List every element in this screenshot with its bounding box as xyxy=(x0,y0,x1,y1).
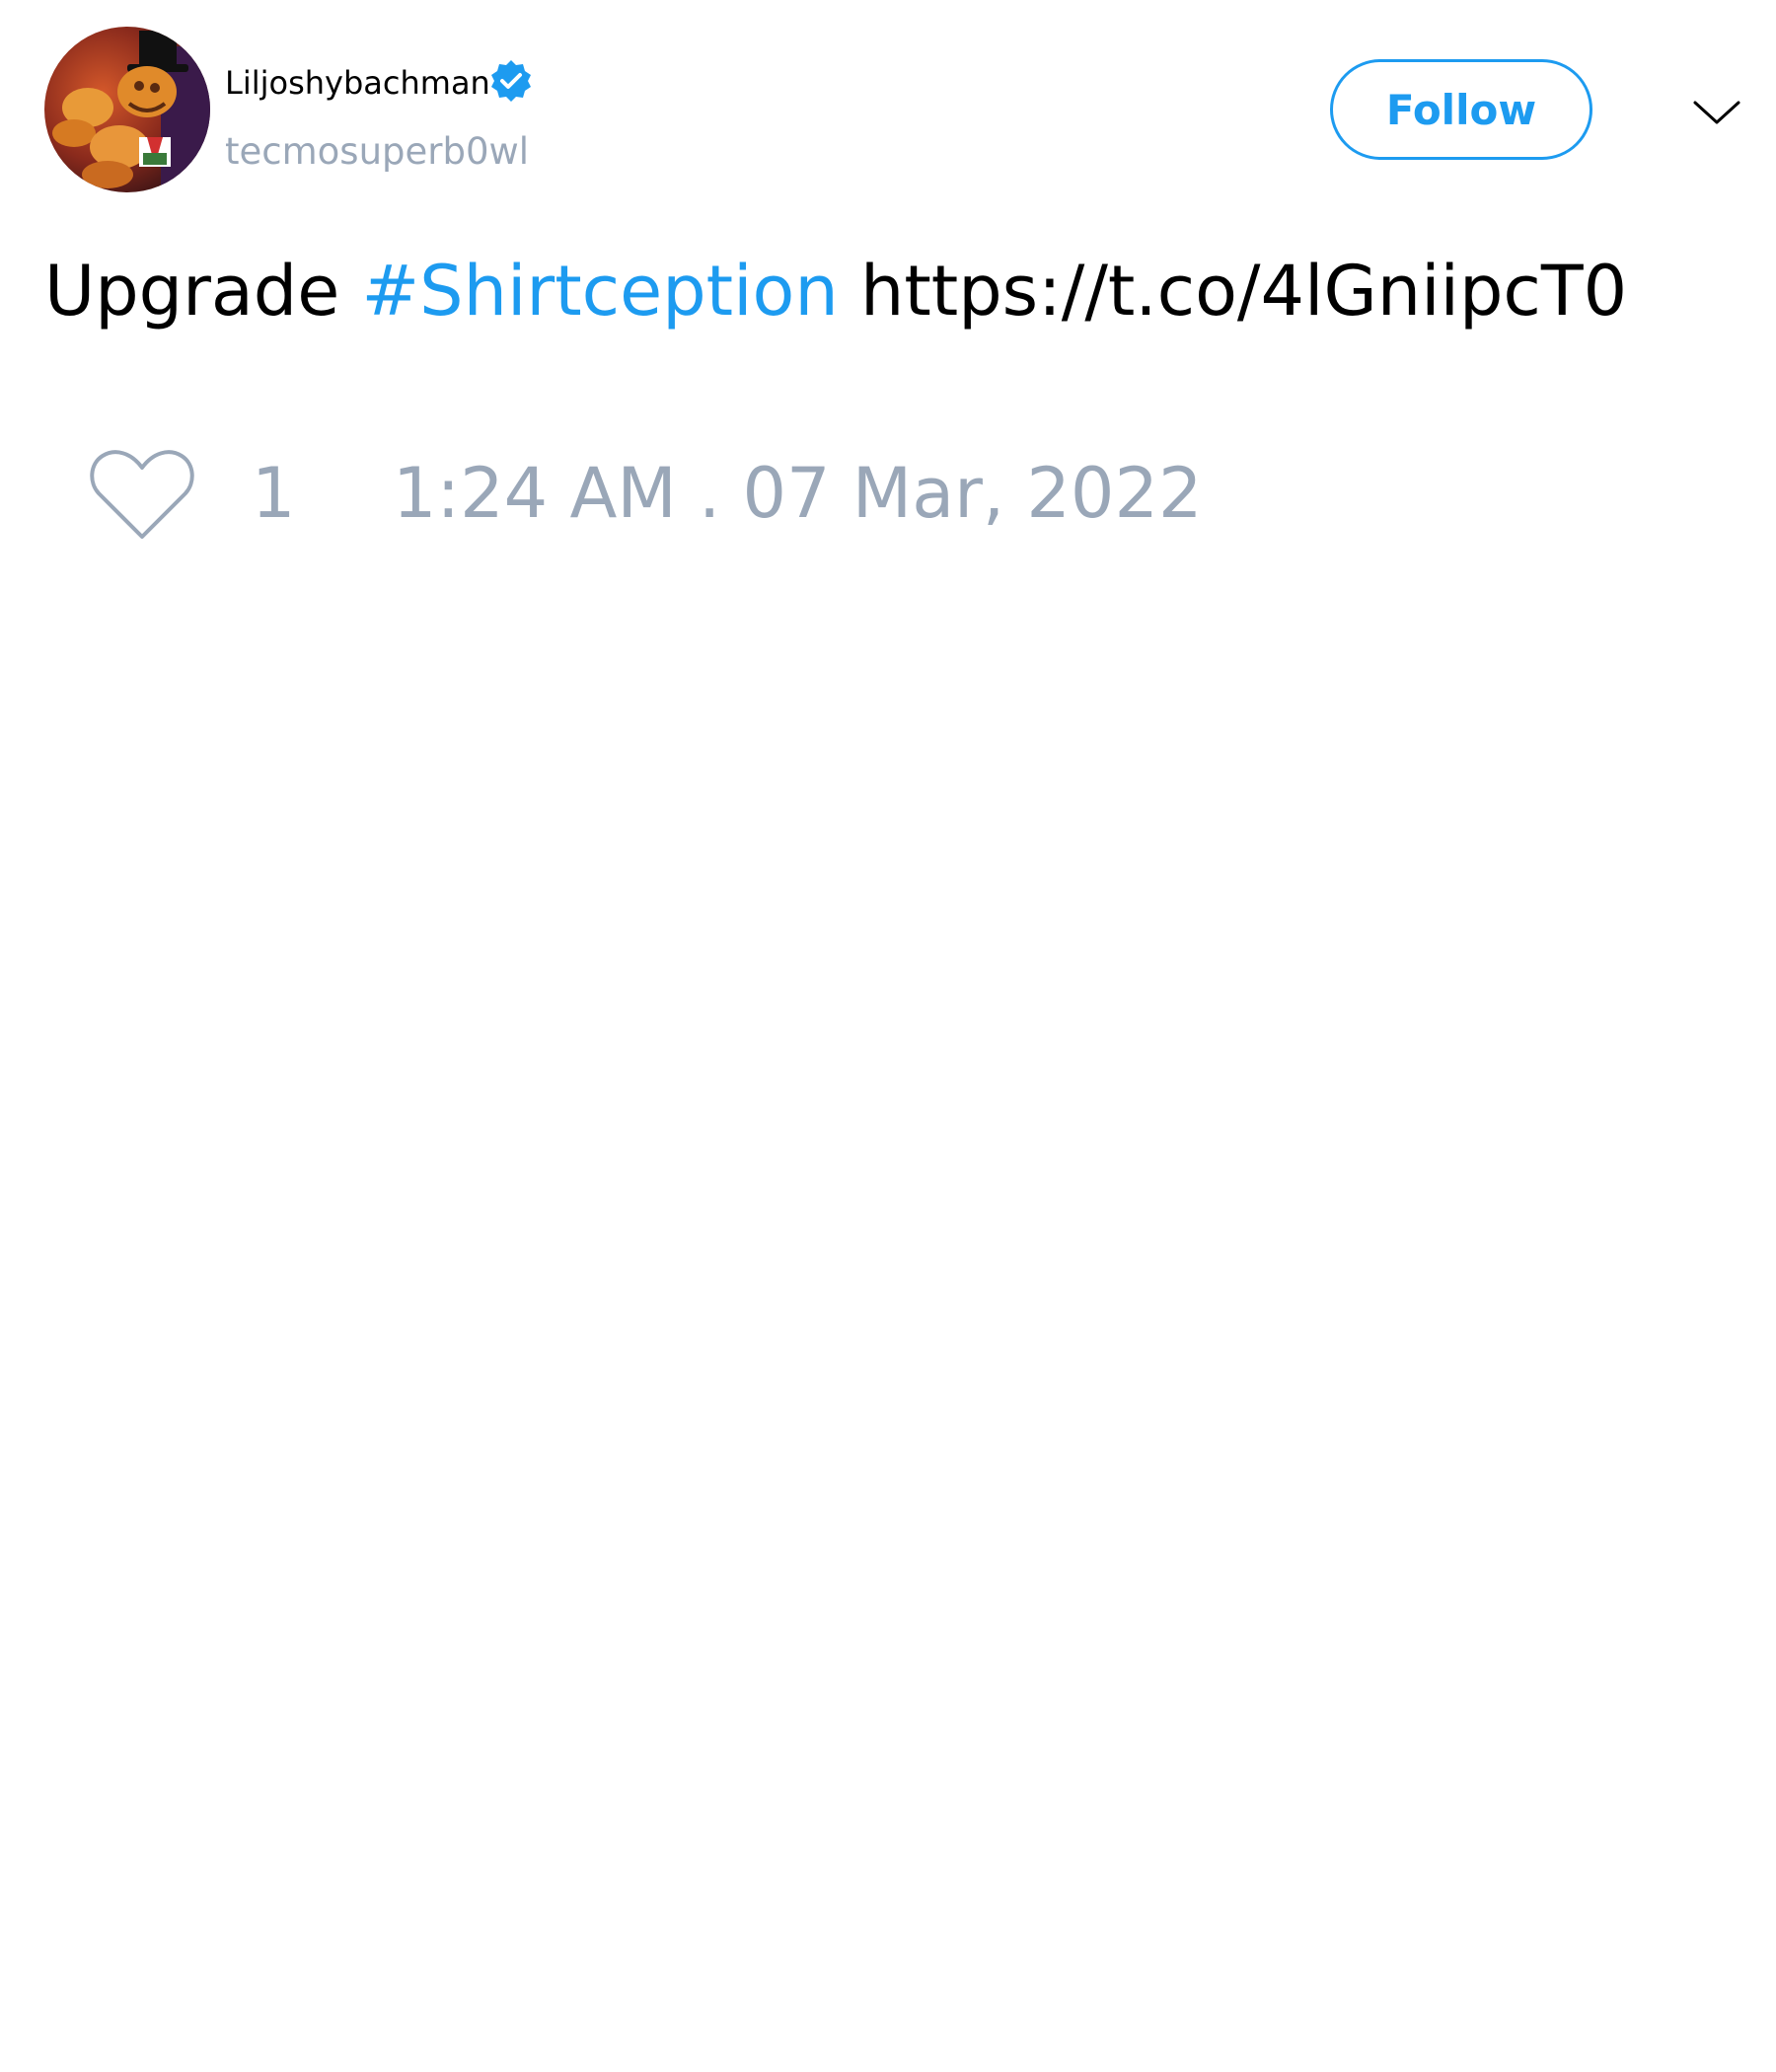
chevron-down-icon[interactable] xyxy=(1691,87,1742,138)
tweet-text-prefix: Upgrade xyxy=(44,251,362,332)
tweet-timestamp[interactable]: 1:24 AM . 07 Mar, 2022 xyxy=(393,452,1203,535)
hashtag-link[interactable]: #Shirtception xyxy=(362,251,839,332)
tweet-card: Liljoshybachman tecmosuperb0wl Follow Up… xyxy=(0,0,1776,2072)
follow-button[interactable]: Follow xyxy=(1330,59,1592,160)
author-display-name[interactable]: Liljoshybachman xyxy=(225,63,490,103)
verified-badge-icon xyxy=(491,60,531,102)
avatar[interactable] xyxy=(44,27,210,192)
tweet-text: Upgrade #Shirtception https://t.co/4lGni… xyxy=(44,250,1627,333)
avatar-image xyxy=(44,27,210,192)
tweet-url-link[interactable]: https://t.co/4lGniipcT0 xyxy=(839,251,1627,332)
like-count: 1 xyxy=(252,453,296,534)
heart-icon[interactable] xyxy=(89,446,195,543)
author-handle[interactable]: tecmosuperb0wl xyxy=(225,129,529,175)
